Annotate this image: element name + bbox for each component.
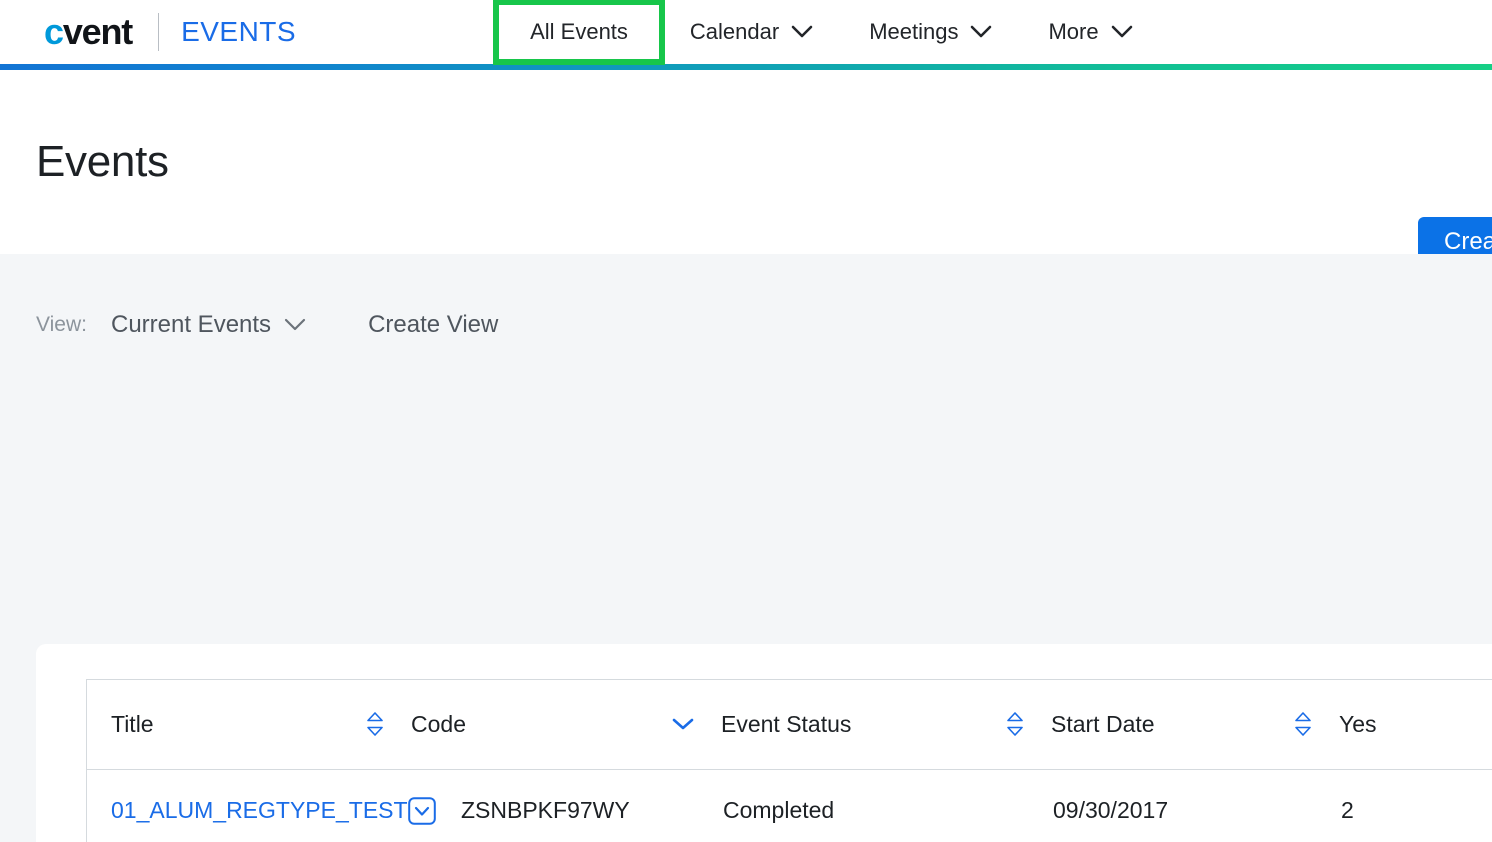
event-status: Completed <box>723 797 835 823</box>
column-header-label: Title <box>111 710 154 737</box>
event-yes-count: 2 <box>1341 797 1354 823</box>
chevron-down-icon <box>284 318 306 332</box>
chevron-down-icon <box>970 25 992 39</box>
nav-item-all-events[interactable]: All Events <box>493 0 665 65</box>
cell-yes: 2 <box>1335 769 1492 842</box>
view-selector-value: Current Events <box>110 311 272 338</box>
events-table-container: Title Code Event Status Start Date Yes 0… <box>86 679 1492 842</box>
column-header-code[interactable]: Code <box>407 680 717 770</box>
cvent-logo[interactable]: cvent <box>44 11 133 52</box>
column-header-yes[interactable]: Yes ? <box>1335 680 1492 770</box>
events-card: Title Code Event Status Start Date Yes 0… <box>36 644 1492 842</box>
page-body: View: Current Events Create View Title C… <box>0 254 1492 842</box>
column-header-label: Code <box>411 710 466 737</box>
column-header-label: Start Date <box>1051 710 1155 737</box>
chevron-down-icon <box>1111 25 1133 39</box>
chevron-down-icon[interactable] <box>671 716 695 732</box>
sort-diamond-icon[interactable] <box>365 711 385 737</box>
cell-title: 01_ALUM_REGTYPE_TEST <box>87 769 408 842</box>
app-name-events: EVENTS <box>181 16 297 47</box>
view-label: View: <box>36 313 87 336</box>
nav-item-label: Calendar <box>689 19 780 44</box>
page-header: Events Crea <box>0 70 1492 267</box>
events-table: Title Code Event Status Start Date Yes 0… <box>87 680 1492 842</box>
page-title: Events <box>36 137 169 186</box>
table-header-row: Title Code Event Status Start Date Yes <box>87 680 1492 770</box>
brand-block: cvent EVENTS <box>44 13 296 51</box>
table-body: 01_ALUM_REGTYPE_TEST ZSNBPKF97WY Complet… <box>87 769 1492 842</box>
table-row[interactable]: 01_ALUM_REGTYPE_TEST ZSNBPKF97WY Complet… <box>87 769 1492 842</box>
event-code: ZSNBPKF97WY <box>461 797 630 823</box>
view-selector-dropdown[interactable]: Current Events <box>111 311 306 339</box>
nav-item-calendar[interactable]: Calendar <box>662 0 841 64</box>
nav-item-list: All Events Calendar Meetings More <box>493 0 1161 65</box>
column-header-label: Event Status <box>721 710 852 737</box>
top-navigation-bar: cvent EVENTS All Events Calendar Meeting… <box>0 0 1492 65</box>
column-header-title[interactable]: Title <box>87 680 407 770</box>
event-title-link[interactable]: 01_ALUM_REGTYPE_TEST <box>111 796 408 824</box>
expand-row-icon[interactable] <box>407 796 437 826</box>
sort-diamond-icon[interactable] <box>1293 711 1313 737</box>
table-header: Title Code Event Status Start Date Yes <box>87 680 1492 770</box>
event-start-date: 09/30/2017 <box>1053 797 1169 823</box>
column-header-label: Yes <box>1339 710 1377 737</box>
brand-divider <box>158 13 160 51</box>
logo-text-vent: vent <box>62 11 133 52</box>
nav-item-label: More <box>1048 19 1099 44</box>
sort-diamond-icon[interactable] <box>1005 711 1025 737</box>
column-header-event-status[interactable]: Event Status <box>717 680 1047 770</box>
chevron-down-icon <box>791 25 813 39</box>
nav-item-label: Meetings <box>869 19 959 44</box>
column-header-start-date[interactable]: Start Date <box>1047 680 1335 770</box>
create-view-link[interactable]: Create View <box>368 311 498 339</box>
nav-item-label: All Events <box>530 19 628 44</box>
nav-item-meetings[interactable]: Meetings <box>841 0 1020 64</box>
logo-letter-c: c <box>44 11 64 52</box>
cell-start-date: 09/30/2017 <box>1047 769 1335 842</box>
nav-item-more[interactable]: More <box>1020 0 1160 64</box>
cell-code: ZSNBPKF97WY <box>407 769 717 842</box>
view-toolbar: View: Current Events Create View <box>0 254 1492 396</box>
cell-event-status: Completed <box>717 769 1047 842</box>
